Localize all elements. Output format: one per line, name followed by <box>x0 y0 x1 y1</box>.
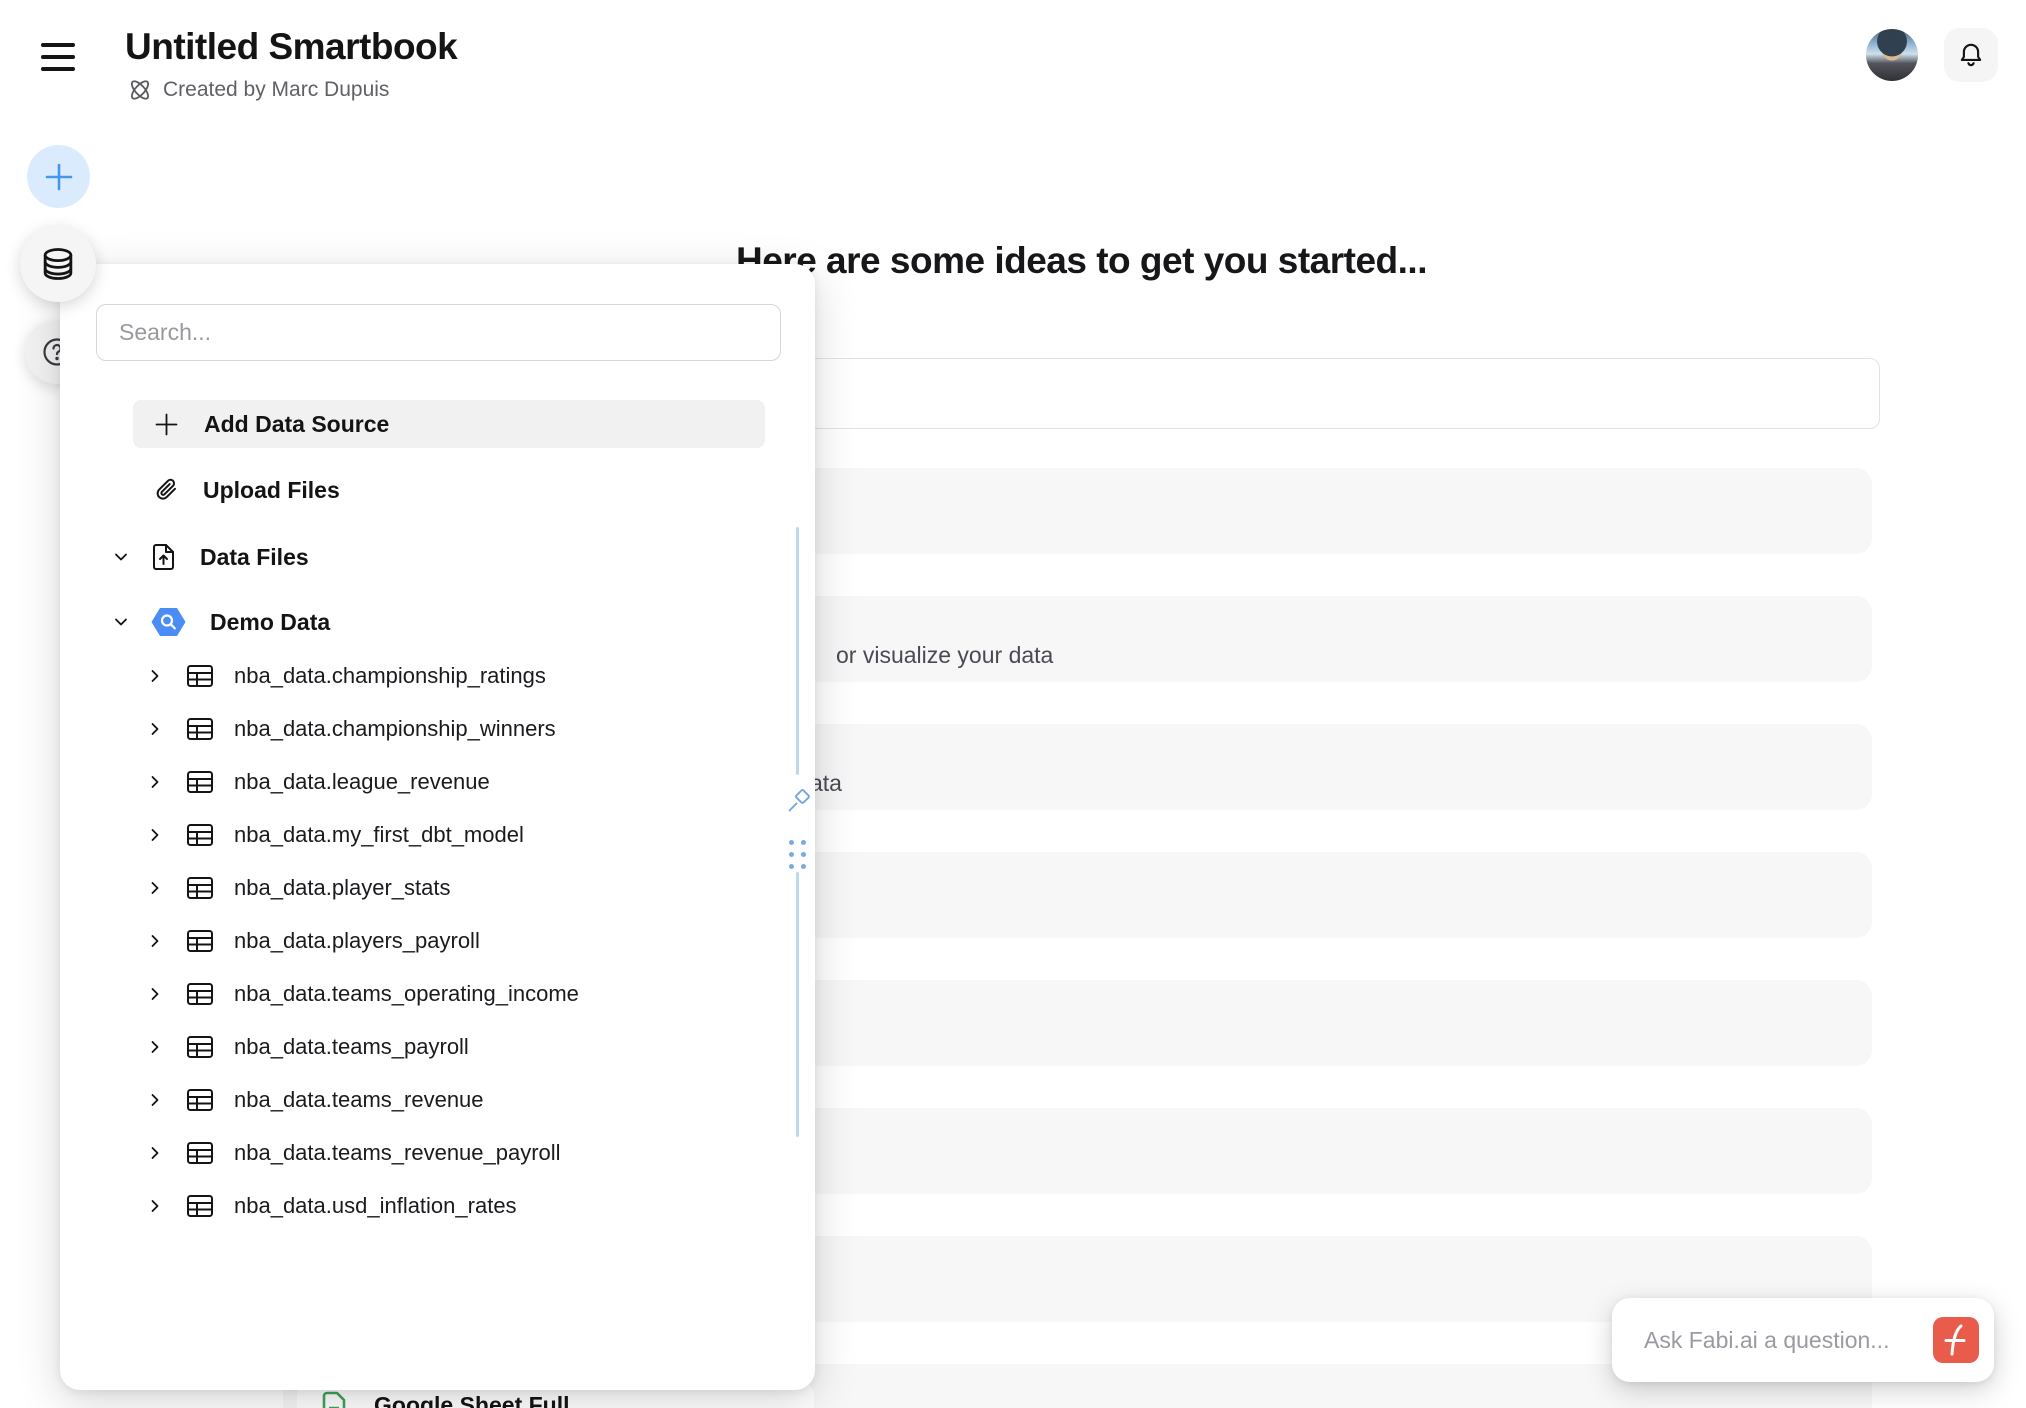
paperclip-icon <box>133 477 179 503</box>
table-icon <box>186 823 214 847</box>
table-icon <box>186 1035 214 1059</box>
plus-icon <box>133 411 180 438</box>
bigquery-icon <box>151 606 186 638</box>
search-input[interactable] <box>96 304 781 361</box>
chevron-right-icon[interactable] <box>148 827 162 843</box>
table-row[interactable]: nba_data.league_revenue <box>148 758 765 806</box>
sheets-icon <box>320 1390 348 1408</box>
chevron-right-icon[interactable] <box>148 774 162 790</box>
plus-icon <box>42 160 76 194</box>
idea-card-text-fragment: or visualize your data <box>836 642 1053 669</box>
upload-files-button[interactable]: Upload Files <box>133 466 765 514</box>
chevron-right-icon[interactable] <box>148 1198 162 1214</box>
table-icon <box>186 770 214 794</box>
chevron-down-icon[interactable] <box>113 549 129 565</box>
table-row[interactable]: nba_data.usd_inflation_rates <box>148 1182 765 1230</box>
google-sheet-label: Google Sheet Full... <box>374 1390 589 1408</box>
database-icon <box>39 245 77 283</box>
table-row[interactable]: nba_data.players_payroll <box>148 917 765 965</box>
ask-fabi-bar <box>1612 1298 1994 1382</box>
chevron-right-icon[interactable] <box>148 986 162 1002</box>
table-row[interactable]: nba_data.teams_revenue <box>148 1076 765 1124</box>
data-sources-button[interactable] <box>20 226 96 302</box>
table-icon <box>186 982 214 1006</box>
page-title: Untitled Smartbook <box>125 26 457 68</box>
app-window: Untitled Smartbook Created by Marc Dupui… <box>0 0 2026 1408</box>
chevron-right-icon[interactable] <box>148 880 162 896</box>
chevron-right-icon[interactable] <box>148 1145 162 1161</box>
table-icon <box>186 1194 214 1218</box>
section-data-files[interactable]: Data Files <box>113 533 765 581</box>
table-icon <box>186 664 214 688</box>
table-row[interactable]: nba_data.teams_revenue_payroll <box>148 1129 765 1177</box>
avatar[interactable] <box>1866 29 1918 81</box>
ask-fabi-send-button[interactable] <box>1933 1317 1979 1363</box>
ask-fabi-input[interactable] <box>1628 1298 1918 1382</box>
created-by: Created by Marc Dupuis <box>127 77 389 103</box>
table-icon <box>186 717 214 741</box>
table-icon <box>186 876 214 900</box>
chevron-right-icon[interactable] <box>148 1092 162 1108</box>
atom-icon <box>127 77 153 103</box>
table-row[interactable]: nba_data.championship_winners <box>148 705 765 753</box>
fabi-bolt-icon <box>1933 1317 1979 1363</box>
bell-icon <box>1957 41 1985 69</box>
file-upload-icon <box>151 542 176 572</box>
chevron-right-icon[interactable] <box>148 933 162 949</box>
table-icon <box>186 1141 214 1165</box>
panel-resize-line <box>796 872 799 1137</box>
created-by-label: Created by Marc Dupuis <box>163 78 389 102</box>
table-row[interactable]: nba_data.my_first_dbt_model <box>148 811 765 859</box>
pin-icon[interactable] <box>784 786 814 816</box>
table-row[interactable]: nba_data.teams_payroll <box>148 1023 765 1071</box>
drag-handle-icon[interactable] <box>789 840 806 869</box>
panel-resize-line <box>796 527 799 775</box>
chevron-right-icon[interactable] <box>148 668 162 684</box>
table-row[interactable]: nba_data.championship_ratings <box>148 652 765 700</box>
table-row[interactable]: nba_data.player_stats <box>148 864 765 912</box>
section-demo-data[interactable]: Demo Data <box>113 598 765 646</box>
table-icon <box>186 929 214 953</box>
chevron-down-icon[interactable] <box>113 614 129 630</box>
notifications-button[interactable] <box>1944 28 1998 82</box>
table-icon <box>186 1088 214 1112</box>
add-data-source-button[interactable]: Add Data Source <box>133 400 765 448</box>
data-source-panel: Add Data Source Upload Files Data F <box>60 264 815 1390</box>
chevron-right-icon[interactable] <box>148 1039 162 1055</box>
table-row[interactable]: nba_data.teams_operating_income <box>148 970 765 1018</box>
add-cell-button[interactable] <box>27 145 90 208</box>
chevron-right-icon[interactable] <box>148 721 162 737</box>
menu-icon[interactable] <box>41 42 77 72</box>
